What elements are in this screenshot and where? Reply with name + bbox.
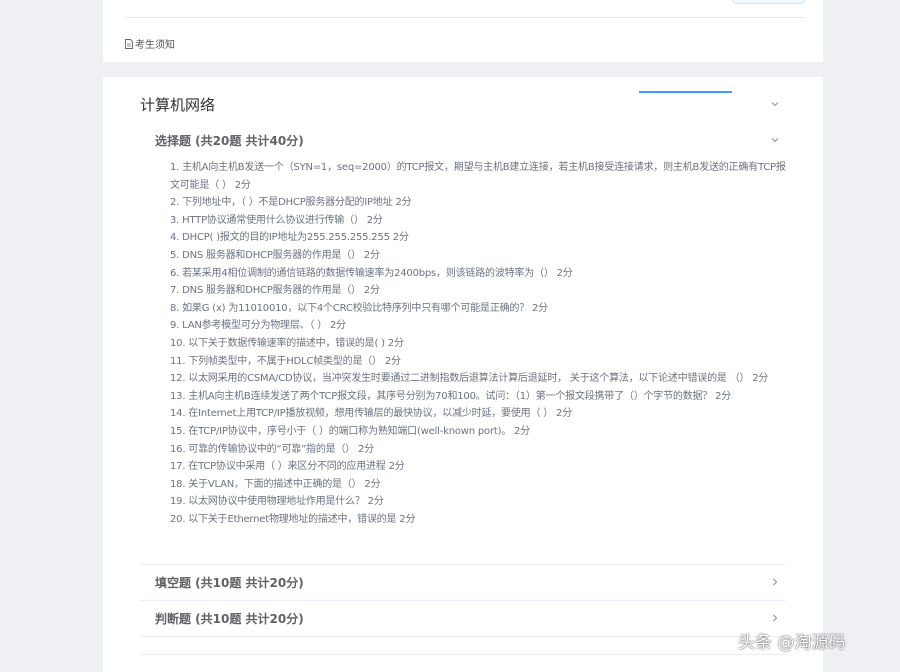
- exam-notice-link[interactable]: 考生须知: [125, 36, 175, 51]
- question-item[interactable]: 19. 以太网协议中使用物理地址作用是什么？ 2分: [170, 493, 790, 511]
- question-item[interactable]: 10. 以下关于数据传输速率的描述中，错误的是( ) 2分: [170, 335, 790, 353]
- question-item[interactable]: 17. 在TCP协议中采用（ ）来区分不同的应用进程 2分: [170, 458, 790, 476]
- active-tab-indicator: [639, 91, 732, 93]
- section-header-choice[interactable]: 选择题 (共20题 共计40分): [155, 132, 783, 150]
- subject-title: 计算机网络: [140, 96, 216, 114]
- section-header-fill-blank[interactable]: 填空题 (共10题 共计20分): [155, 574, 783, 592]
- question-list: 1. 主机A向主机B发送一个（SYN=1，seq=2000）的TCP报文，期望与…: [170, 159, 790, 528]
- question-item[interactable]: 1. 主机A向主机B发送一个（SYN=1，seq=2000）的TCP报文，期望与…: [170, 159, 790, 194]
- chevron-down-icon[interactable]: [769, 134, 781, 146]
- divider: [140, 600, 786, 601]
- question-item[interactable]: 7. DNS 服务器和DHCP服务器的作用是（） 2分: [170, 282, 790, 300]
- question-item[interactable]: 11. 下列帧类型中，不属于HDLC帧类型的是（） 2分: [170, 353, 790, 371]
- section-label-fill-blank: 填空题 (共10题 共计20分): [155, 576, 304, 590]
- exam-card: 计算机网络 选择题 (共20题 共计40分) 1. 主机A向主机B发送一个（SY…: [103, 77, 823, 672]
- section-label-choice: 选择题 (共20题 共计40分): [155, 134, 304, 148]
- document-icon: [125, 38, 133, 49]
- question-item[interactable]: 4. DHCP( )报文的目的IP地址为255.255.255.255 2分: [170, 229, 790, 247]
- divider: [140, 636, 786, 637]
- question-item[interactable]: 12. 以太网采用的CSMA/CD协议，当冲突发生时要通过二进制指数后退算法计算…: [170, 370, 790, 388]
- question-item[interactable]: 8. 如果G (x) 为11010010，以下4个CRC校验比特序列中只有哪个可…: [170, 300, 790, 318]
- divider: [125, 17, 805, 18]
- question-item[interactable]: 3. HTTP协议通常使用什么协议进行传输（） 2分: [170, 212, 790, 230]
- question-item[interactable]: 9. LAN参考模型可分为物理层、（ ） 2分: [170, 317, 790, 335]
- chevron-right-icon[interactable]: [769, 612, 781, 624]
- question-item[interactable]: 18. 关于VLAN，下面的描述中正确的是（） 2分: [170, 476, 790, 494]
- top-action-button[interactable]: [733, 0, 805, 4]
- question-item[interactable]: 5. DNS 服务器和DHCP服务器的作用是（） 2分: [170, 247, 790, 265]
- top-card: 考生须知: [103, 0, 823, 62]
- divider: [140, 654, 786, 655]
- chevron-right-icon[interactable]: [769, 576, 781, 588]
- question-item[interactable]: 2. 下列地址中，（ ）不是DHCP服务器分配的IP地址 2分: [170, 194, 790, 212]
- question-item[interactable]: 16. 可靠的传输协议中的“可靠”指的是（） 2分: [170, 441, 790, 459]
- divider: [140, 564, 786, 565]
- section-header-true-false[interactable]: 判断题 (共10题 共计20分): [155, 610, 783, 628]
- question-item[interactable]: 13. 主机A向主机B连续发送了两个TCP报文段，其序号分别为70和100。试问…: [170, 388, 790, 406]
- question-item[interactable]: 20. 以下关于Ethernet物理地址的描述中，错误的是 2分: [170, 511, 790, 529]
- watermark: 头条 @淘源码: [738, 633, 846, 653]
- question-item[interactable]: 15. 在TCP/IP协议中，序号小于（ ）的端口称为熟知端口(well-kno…: [170, 423, 790, 441]
- question-item[interactable]: 14. 在Internet上用TCP/IP播放视频，想用传输层的最快协议，以减少…: [170, 405, 790, 423]
- chevron-down-icon[interactable]: [769, 98, 781, 110]
- question-item[interactable]: 6. 若某采用4相位调制的通信链路的数据传输速率为2400bps，则该链路的波特…: [170, 265, 790, 283]
- section-label-true-false: 判断题 (共10题 共计20分): [155, 612, 304, 626]
- exam-notice-label: 考生须知: [135, 40, 175, 51]
